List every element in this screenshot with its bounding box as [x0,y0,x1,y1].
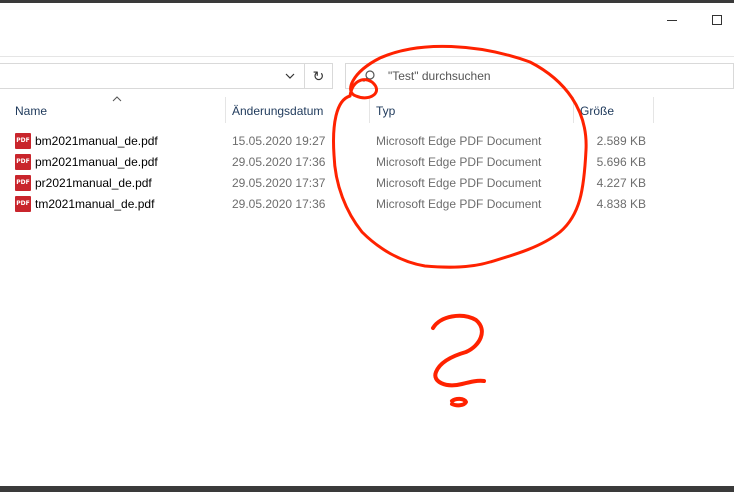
file-name: pm2021manual_de.pdf [35,155,158,169]
window-bottom-border [0,486,734,492]
file-row[interactable]: PDF bm2021manual_de.pdf 15.05.2020 19:27… [0,130,660,151]
pdf-file-icon: PDF [15,154,31,170]
pdf-file-icon: PDF [15,175,31,191]
chevron-down-icon [285,73,295,79]
minimize-button[interactable] [652,6,692,34]
ribbon-divider [0,56,734,57]
file-type: Microsoft Edge PDF Document [376,197,542,211]
search-placeholder: "Test" durchsuchen [388,69,491,83]
column-header-name[interactable]: Name [15,104,47,118]
column-header-date[interactable]: Änderungsdatum [232,104,323,118]
column-separator[interactable] [225,97,226,123]
refresh-icon: ↻ [312,67,325,84]
file-name: pr2021manual_de.pdf [35,176,152,190]
search-icon [363,70,375,82]
file-type: Microsoft Edge PDF Document [376,155,542,169]
sort-ascending-icon [112,96,122,102]
file-row[interactable]: PDF tm2021manual_de.pdf 29.05.2020 17:36… [0,193,660,214]
file-size: 4.838 KB [596,197,646,211]
refresh-button[interactable]: ↻ [305,63,333,89]
column-header-type[interactable]: Typ [376,104,395,118]
title-bar [0,3,734,33]
file-date: 15.05.2020 19:27 [232,134,326,148]
file-size: 5.696 KB [596,155,646,169]
file-size: 4.227 KB [596,176,646,190]
annotation-question-mark [431,313,486,388]
file-row[interactable]: PDF pr2021manual_de.pdf 29.05.2020 17:37… [0,172,660,193]
pdf-file-icon: PDF [15,133,31,149]
file-type: Microsoft Edge PDF Document [376,176,542,190]
column-separator[interactable] [653,97,654,123]
file-type: Microsoft Edge PDF Document [376,134,542,148]
annotation-question-dot [450,396,468,408]
address-dropdown-button[interactable] [279,63,301,89]
column-separator[interactable] [573,97,574,123]
file-date: 29.05.2020 17:37 [232,176,326,190]
file-date: 29.05.2020 17:36 [232,155,326,169]
file-size: 2.589 KB [596,134,646,148]
maximize-button[interactable] [697,6,734,34]
minimize-icon [667,19,677,21]
column-header-size[interactable]: Größe [580,104,614,118]
maximize-icon [712,15,722,25]
pdf-file-icon: PDF [15,196,31,212]
address-bar[interactable] [0,63,305,89]
file-name: tm2021manual_de.pdf [35,197,155,211]
file-row[interactable]: PDF pm2021manual_de.pdf 29.05.2020 17:36… [0,151,660,172]
file-date: 29.05.2020 17:36 [232,197,326,211]
file-name: bm2021manual_de.pdf [35,134,158,148]
column-separator[interactable] [369,97,370,123]
